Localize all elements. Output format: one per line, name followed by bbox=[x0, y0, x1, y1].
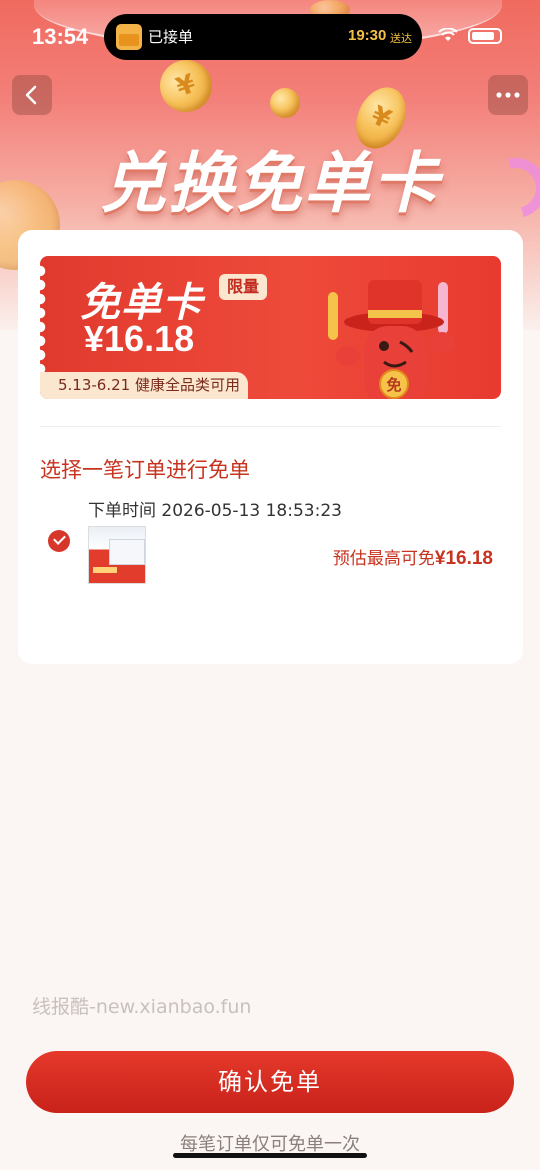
mascot-illustration: 免 bbox=[328, 280, 454, 399]
battery-icon bbox=[468, 28, 502, 44]
watermark-text: 线报酷-new.xianbao.fun bbox=[32, 996, 252, 1018]
free-order-coupon: 免单卡 限量 ¥16.18 5.13-6.21 健康全品类可用 免 bbox=[40, 256, 501, 399]
live-activity-island[interactable]: 已接单 19:30 送达 bbox=[104, 14, 422, 60]
coupon-scope: 5.13-6.21 健康全品类可用 bbox=[40, 372, 248, 399]
status-bar: 13:54 已接单 19:30 送达 bbox=[0, 0, 540, 70]
check-circle-icon[interactable] bbox=[48, 530, 70, 552]
limited-badge: 限量 bbox=[219, 274, 268, 300]
island-eta-label: 送达 bbox=[390, 32, 412, 45]
section-title: 选择一笔订单进行免单 bbox=[40, 458, 250, 482]
back-button[interactable] bbox=[12, 75, 52, 115]
home-indicator[interactable] bbox=[173, 1153, 367, 1158]
order-time: 下单时间 2026-05-13 18:53:23 bbox=[88, 501, 342, 521]
estimate-text: 预估最高可免¥16.18 bbox=[333, 544, 493, 570]
island-eta-time: 19:30 bbox=[348, 27, 387, 44]
coupon-amount: ¥16.18 bbox=[84, 318, 195, 359]
estimate-amount: ¥16.18 bbox=[434, 548, 493, 569]
wifi-icon bbox=[438, 28, 458, 41]
island-status-text: 已接单 bbox=[148, 28, 194, 46]
chevron-left-icon bbox=[25, 85, 37, 105]
delivery-box-icon bbox=[116, 24, 142, 50]
order-card: 免单卡 限量 ¥16.18 5.13-6.21 健康全品类可用 免 选择一笔订单… bbox=[18, 230, 523, 664]
status-time: 13:54 bbox=[32, 24, 89, 49]
order-thumbnail[interactable] bbox=[88, 526, 146, 584]
page-title: 兑换免单卡 bbox=[100, 145, 440, 222]
estimate-label: 预估最高可免 bbox=[332, 549, 435, 569]
mascot-badge-text: 免 bbox=[386, 376, 401, 394]
divider bbox=[40, 426, 501, 427]
more-button[interactable] bbox=[488, 75, 528, 115]
coin-decoration bbox=[270, 88, 300, 118]
more-dots-icon bbox=[496, 92, 520, 98]
confirm-free-order-button[interactable]: 确认免单 bbox=[26, 1051, 514, 1113]
